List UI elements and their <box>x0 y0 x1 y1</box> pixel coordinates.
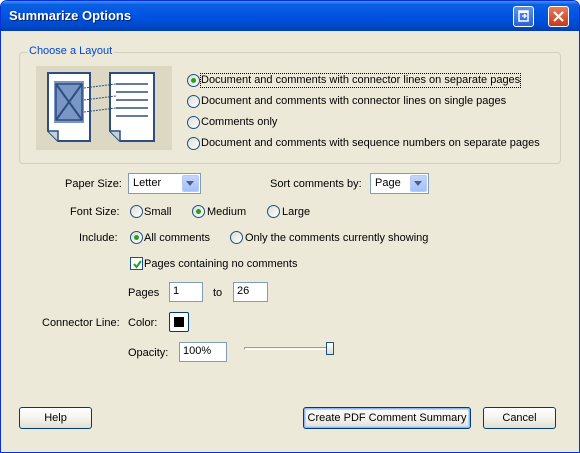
pages-no-comments-checkbox[interactable] <box>130 257 143 270</box>
chevron-down-icon[interactable] <box>410 175 427 192</box>
layout-sequence-numbers-radio[interactable] <box>187 137 200 150</box>
font-medium-label[interactable]: Medium <box>207 206 246 219</box>
include-all-radio[interactable] <box>130 231 143 244</box>
opacity-slider-thumb[interactable] <box>326 342 334 355</box>
layout-group: Choose a Layout Document and comments wi… <box>19 45 561 164</box>
paper-size-value: Letter <box>133 177 162 189</box>
layout-connector-separate-label[interactable]: Document and comments with connector lin… <box>199 73 522 88</box>
restore-button[interactable] <box>513 6 534 27</box>
pages-no-comments-label[interactable]: Pages containing no comments <box>144 258 297 271</box>
connector-color-button[interactable] <box>169 312 189 332</box>
font-small-radio[interactable] <box>130 205 143 218</box>
paper-size-label: Paper Size: <box>65 178 122 190</box>
layout-comments-only-radio[interactable] <box>187 116 200 129</box>
opacity-input[interactable]: 100% <box>179 342 227 362</box>
window-title: Summarize Options <box>9 8 132 23</box>
layout-connector-single-radio[interactable] <box>187 95 200 108</box>
connector-color-label: Color: <box>128 317 158 329</box>
color-swatch <box>174 317 184 327</box>
layout-preview-icon <box>47 72 155 142</box>
opacity-label: Opacity: <box>128 347 169 359</box>
close-button[interactable] <box>548 6 569 27</box>
layout-comments-only-label[interactable]: Comments only <box>201 116 277 129</box>
create-summary-button[interactable]: Create PDF Comment Summary <box>303 407 471 429</box>
font-medium-radio[interactable] <box>192 205 205 218</box>
layout-connector-separate-radio[interactable] <box>187 74 200 87</box>
font-size-label: Font Size: <box>70 206 120 218</box>
close-icon <box>553 11 564 22</box>
layout-preview-illustration <box>36 66 172 150</box>
include-showing-radio[interactable] <box>230 231 243 244</box>
include-label: Include: <box>79 232 118 244</box>
layout-group-legend: Choose a Layout <box>27 45 115 57</box>
include-showing-label[interactable]: Only the comments currently showing <box>245 232 428 245</box>
pages-to-input[interactable]: 26 <box>233 282 268 302</box>
font-small-label[interactable]: Small <box>144 206 172 219</box>
checkmark-icon <box>133 260 142 269</box>
summarize-options-dialog: Summarize Options Choose a Layout Docume… <box>0 0 580 453</box>
cancel-button[interactable]: Cancel <box>483 407 556 429</box>
font-large-radio[interactable] <box>267 205 280 218</box>
chevron-down-icon[interactable] <box>182 175 199 192</box>
connector-line-label: Connector Line: <box>42 317 120 329</box>
dialog-body: Choose a Layout Document and comments wi… <box>4 31 576 449</box>
title-bar[interactable]: Summarize Options <box>1 1 579 31</box>
sort-comments-label: Sort comments by: <box>270 178 362 190</box>
help-button[interactable]: Help <box>19 407 92 429</box>
opacity-slider-track[interactable] <box>244 347 333 350</box>
paper-size-select[interactable]: Letter <box>128 173 201 194</box>
pages-to-label: to <box>213 287 223 299</box>
layout-connector-single-label[interactable]: Document and comments with connector lin… <box>201 95 506 108</box>
pages-label: Pages <box>128 287 160 299</box>
pages-from-input[interactable]: 1 <box>169 282 203 302</box>
layout-sequence-numbers-label[interactable]: Document and comments with sequence numb… <box>201 137 540 150</box>
include-all-label[interactable]: All comments <box>144 232 210 245</box>
font-large-label[interactable]: Large <box>282 206 310 219</box>
restore-icon <box>518 10 529 22</box>
sort-comments-value: Page <box>375 177 401 189</box>
sort-comments-select[interactable]: Page <box>370 173 429 194</box>
